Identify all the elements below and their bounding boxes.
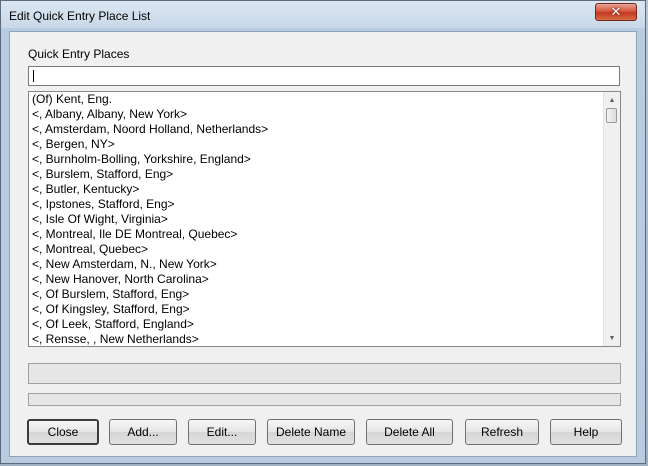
triangle-up-icon: ▲ <box>608 96 616 104</box>
text-caret <box>33 70 34 82</box>
help-button[interactable]: Help <box>550 419 622 445</box>
scroll-thumb[interactable] <box>606 108 617 123</box>
list-item[interactable]: <, Butler, Kentucky> <box>29 182 603 197</box>
list-item[interactable]: <, New Hanover, North Carolina> <box>29 272 603 287</box>
list-item[interactable]: <, Montreal, Quebec> <box>29 242 603 257</box>
title-bar[interactable]: Edit Quick Entry Place List ✕ <box>1 1 645 28</box>
list-item[interactable]: <, Of Kingsley, Stafford, Eng> <box>29 302 603 317</box>
progress-bar <box>28 393 621 406</box>
dialog-client-area: Quick Entry Places (Of) Kent, Eng. <, Alb… <box>9 31 637 457</box>
list-item[interactable]: <, Of Leek, Stafford, England> <box>29 317 603 332</box>
status-field <box>28 363 621 384</box>
list-item[interactable]: <, Ipstones, Stafford, Eng> <box>29 197 603 212</box>
vertical-scrollbar[interactable]: ▲ ▼ <box>603 92 620 346</box>
scroll-up-button[interactable]: ▲ <box>604 92 620 108</box>
places-listbox[interactable]: (Of) Kent, Eng. <, Albany, Albany, New Yo… <box>28 91 621 347</box>
place-entry-input[interactable] <box>28 66 620 86</box>
list-item[interactable]: <, Rensse, , New Netherlands> <box>29 332 603 346</box>
triangle-down-icon: ▼ <box>608 334 616 342</box>
list-item[interactable]: <, Amsterdam, Noord Holland, Netherlands… <box>29 122 603 137</box>
delete-all-button[interactable]: Delete All <box>366 419 453 445</box>
close-icon: ✕ <box>610 4 622 20</box>
refresh-button[interactable]: Refresh <box>465 419 539 445</box>
dialog-window: Edit Quick Entry Place List ✕ Quick Entr… <box>0 0 646 464</box>
list-item[interactable]: <, Isle Of Wight, Virginia> <box>29 212 603 227</box>
list-item[interactable]: <, Montreal, Ile DE Montreal, Quebec> <box>29 227 603 242</box>
list-item[interactable]: (Of) Kent, Eng. <box>29 92 603 107</box>
list-item[interactable]: <, Burnholm-Bolling, Yorkshire, England> <box>29 152 603 167</box>
window-title: Edit Quick Entry Place List <box>9 9 151 23</box>
list-item[interactable]: <, New Amsterdam, N., New York> <box>29 257 603 272</box>
delete-name-button[interactable]: Delete Name <box>267 419 355 445</box>
scroll-down-button[interactable]: ▼ <box>604 330 620 346</box>
add-button[interactable]: Add... <box>109 419 177 445</box>
window-close-button[interactable]: ✕ <box>595 3 637 21</box>
list-item[interactable]: <, Of Burslem, Stafford, Eng> <box>29 287 603 302</box>
close-button[interactable]: Close <box>27 419 99 445</box>
list-item[interactable]: <, Bergen, NY> <box>29 137 603 152</box>
list-item[interactable]: <, Burslem, Stafford, Eng> <box>29 167 603 182</box>
quick-entry-places-label: Quick Entry Places <box>28 47 130 61</box>
edit-button[interactable]: Edit... <box>188 419 256 445</box>
places-list[interactable]: (Of) Kent, Eng. <, Albany, Albany, New Yo… <box>29 92 603 346</box>
list-item[interactable]: <, Albany, Albany, New York> <box>29 107 603 122</box>
